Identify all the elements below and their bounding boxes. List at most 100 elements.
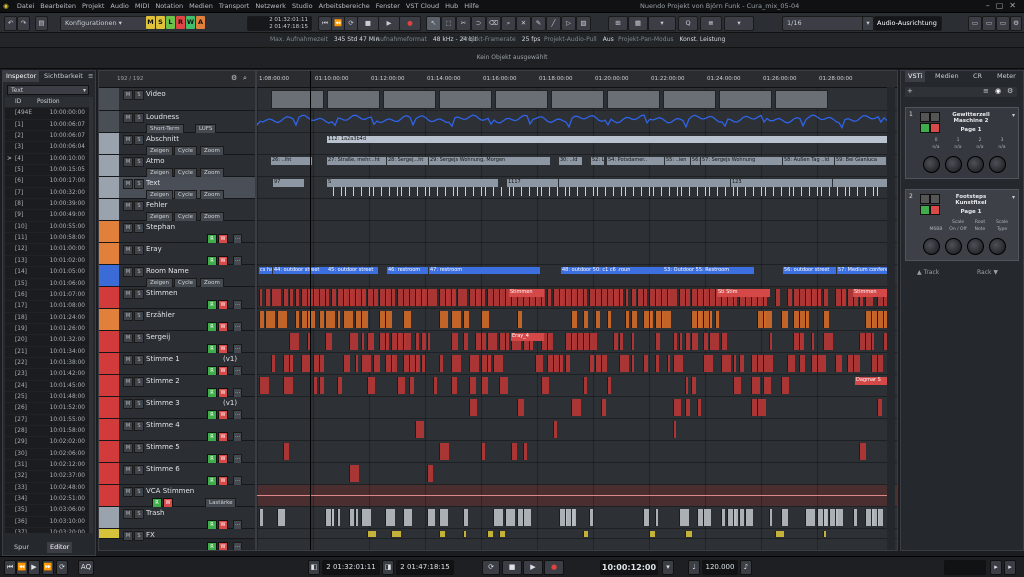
- audio-event[interactable]: [457, 289, 467, 306]
- list-item[interactable]: [17] 10:01:08:00: [5, 301, 89, 313]
- chevron-down-icon[interactable]: ▾: [662, 560, 674, 575]
- timeline-ruler[interactable]: 1:08:00:00 01:10:00:00 01:12:00:00 01:14:00…: [257, 71, 897, 88]
- audio-event[interactable]: [823, 531, 826, 537]
- audio-event[interactable]: [643, 509, 649, 526]
- track-name[interactable]: Stimme 1: [146, 355, 180, 363]
- solo-icon[interactable]: S: [134, 157, 144, 167]
- audio-event[interactable]: [685, 399, 690, 416]
- audio-event[interactable]: [283, 443, 289, 460]
- project-cursor[interactable]: [310, 71, 311, 550]
- track-color-strip[interactable]: [99, 88, 119, 110]
- audio-event[interactable]: [481, 289, 485, 306]
- track-fx[interactable]: M S FX R W ···: [99, 529, 255, 550]
- tab-inspector[interactable]: Inspector: [3, 71, 40, 82]
- track-name[interactable]: VCA Stimmen: [146, 487, 194, 495]
- audio-event[interactable]: [709, 333, 719, 350]
- audio-event[interactable]: [451, 311, 461, 328]
- audio-event[interactable]: [391, 289, 395, 306]
- event[interactable]: 47: restroom: [429, 267, 540, 274]
- audio-event[interactable]: [853, 355, 860, 372]
- audio-event[interactable]: [355, 355, 358, 372]
- audio-event[interactable]: [463, 531, 466, 537]
- solo-icon[interactable]: S: [134, 333, 144, 343]
- list-item[interactable]: [494E 10:00:00:00: [5, 108, 89, 120]
- audio-event[interactable]: [685, 377, 688, 394]
- audio-event[interactable]: [877, 355, 883, 372]
- audio-event[interactable]: [451, 377, 457, 394]
- solo-icon[interactable]: S: [134, 90, 144, 100]
- audio-event[interactable]: [673, 421, 676, 438]
- auto-quantize-button[interactable]: AQ: [78, 560, 94, 575]
- audio-event[interactable]: [583, 289, 587, 306]
- rewind-icon[interactable]: ⏪: [331, 16, 345, 31]
- audio-event[interactable]: [499, 531, 505, 537]
- audio-event[interactable]: [661, 311, 671, 328]
- event[interactable]: 44: outdoor street: [273, 267, 334, 274]
- record-icon[interactable]: ●: [399, 16, 421, 31]
- quick-control-knob[interactable]: [989, 238, 1006, 255]
- audio-event[interactable]: [295, 311, 299, 328]
- audio-event[interactable]: [439, 509, 448, 526]
- split-icon[interactable]: ✂: [456, 16, 471, 31]
- audio-event[interactable]: [679, 509, 689, 526]
- audio-event[interactable]: [703, 355, 713, 372]
- audio-event[interactable]: [655, 355, 659, 372]
- list-item[interactable]: [33] 10:02:48:00: [5, 483, 89, 495]
- lane-eray[interactable]: [257, 243, 897, 265]
- audio-event[interactable]: [781, 311, 788, 328]
- audio-event[interactable]: [823, 333, 833, 350]
- lane-stimme-5[interactable]: [257, 441, 897, 463]
- power-icon[interactable]: [920, 112, 930, 122]
- lane-stimme-2[interactable]: [257, 375, 897, 397]
- track-name[interactable]: Stimme 4: [146, 421, 180, 429]
- menu-item-4[interactable]: MIDI: [132, 0, 152, 12]
- list-item[interactable]: [8] 10:00:39:00: [5, 199, 89, 211]
- play-icon[interactable]: ▶: [378, 16, 400, 31]
- track-color-strip[interactable]: [99, 507, 119, 528]
- mute-icon[interactable]: M: [123, 135, 133, 145]
- audio-event[interactable]: [271, 355, 275, 372]
- video-thumbnail[interactable]: [607, 90, 660, 109]
- event[interactable]: [833, 179, 888, 187]
- column-id-header[interactable]: ID: [15, 97, 21, 107]
- track-vca-stimmen[interactable]: M S VCA Stimmen R W Lastärke: [99, 485, 255, 508]
- redo-icon[interactable]: ↷: [17, 16, 30, 31]
- audio-event[interactable]: [451, 355, 461, 372]
- solo-icon[interactable]: S: [134, 399, 144, 409]
- audio-event[interactable]: [589, 355, 594, 372]
- list-item[interactable]: [19] 10:01:26:00: [5, 324, 89, 336]
- camera-icon[interactable]: ◉: [995, 87, 1001, 95]
- track-stimme-4[interactable]: M S Stimme 4 R W ···: [99, 419, 255, 442]
- video-thumbnail[interactable]: [383, 90, 436, 109]
- audio-event[interactable]: [643, 289, 647, 306]
- track-sergeij[interactable]: M S Sergeij R W ···: [99, 331, 255, 354]
- event[interactable]: Sti Stim: [717, 289, 770, 297]
- audio-event[interactable]: [787, 355, 795, 372]
- audio-event[interactable]: [493, 509, 503, 526]
- mute-icon[interactable]: M: [123, 179, 133, 189]
- audio-event[interactable]: [619, 333, 623, 350]
- audio-event[interactable]: [517, 311, 522, 328]
- audio-event[interactable]: [571, 311, 577, 328]
- audio-event[interactable]: [823, 311, 829, 328]
- audio-event[interactable]: [523, 509, 531, 526]
- event[interactable]: 28: Sergej...ht: [387, 157, 428, 165]
- audio-event[interactable]: [763, 355, 773, 372]
- audio-event[interactable]: [589, 333, 597, 350]
- audio-event[interactable]: [673, 399, 681, 416]
- track-name[interactable]: Fehler: [146, 201, 168, 209]
- track-name[interactable]: Loudness: [146, 113, 179, 121]
- audio-event[interactable]: [289, 333, 299, 350]
- quick-control-knob[interactable]: [967, 238, 984, 255]
- audio-event[interactable]: [631, 311, 637, 328]
- list-item[interactable]: [18] 10:01:24:00: [5, 313, 89, 324]
- audio-event[interactable]: [541, 377, 549, 394]
- read-automation-icon[interactable]: [920, 205, 930, 215]
- audio-event[interactable]: [733, 377, 741, 394]
- audio-event[interactable]: [499, 377, 508, 394]
- list-item[interactable]: [9] 10:00:49:00: [5, 210, 89, 222]
- audio-event[interactable]: [613, 333, 618, 350]
- menu-item-0[interactable]: Datei: [14, 0, 37, 12]
- audio-event[interactable]: [349, 465, 359, 482]
- audio-event[interactable]: [739, 509, 744, 526]
